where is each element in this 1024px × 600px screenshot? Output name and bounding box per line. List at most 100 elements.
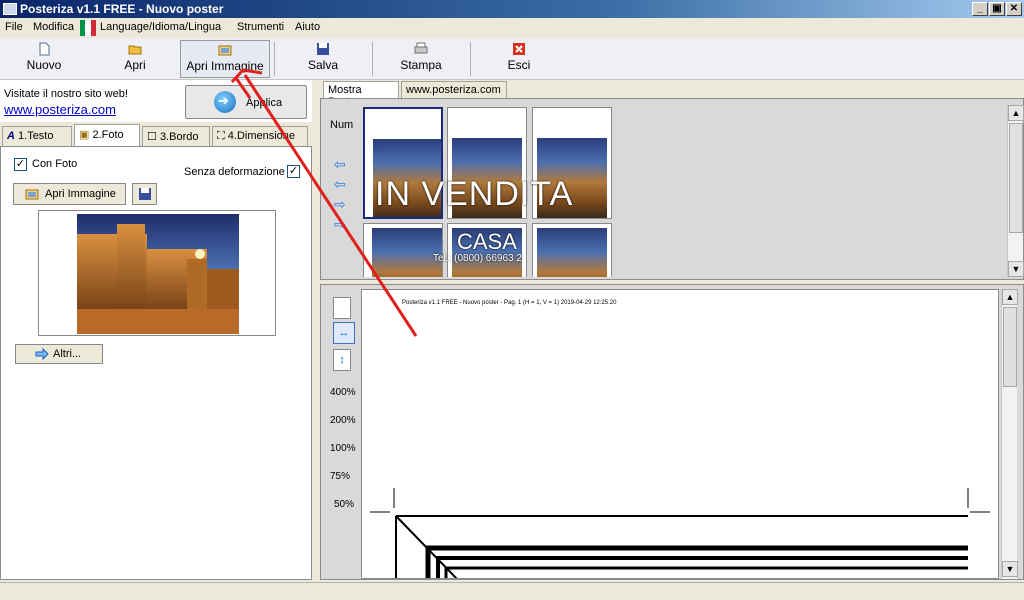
fit-height-icon[interactable]: ↕ [333, 349, 351, 371]
con-foto-checkbox[interactable]: ✓ [14, 158, 27, 171]
save-disk-icon [139, 188, 151, 200]
tab-testo[interactable]: A 1.Testo [2, 126, 72, 146]
new-document-icon [39, 42, 50, 56]
menu-language[interactable]: Language/Idioma/Lingua [100, 21, 221, 33]
text-icon: A [7, 130, 15, 142]
poster-tile[interactable] [363, 223, 443, 277]
window-title: Posteriza v1.1 FREE - Nuovo poster [20, 2, 224, 16]
poster-tel-text: Tel.: (0800) 66963 2 [433, 253, 522, 264]
zoom-50[interactable]: 50% [334, 499, 354, 510]
scroll-thumb[interactable] [1009, 123, 1023, 233]
title-bar: Posteriza v1.1 FREE - Nuovo poster _ ▣ ✕ [0, 0, 1024, 18]
apri-immagine-panel-label: Apri Immagine [45, 188, 116, 200]
visit-text: Visitate il nostro sito web! [4, 88, 128, 100]
con-foto-label: Con Foto [32, 158, 78, 170]
navigation-arrows[interactable]: ⇦ ⇦ ⇨ ⇨ [334, 154, 346, 234]
print-preview-panel: ↔ ↕ 400% 200% 100% 75% 50% Posteriza v1.… [320, 284, 1024, 580]
printer-icon [414, 42, 428, 54]
poster-tiles-panel: Num ⇦ ⇦ ⇨ ⇨ IN VENDITA CASA Tel.: (0800)… [320, 98, 1024, 280]
arrow-left-icon[interactable]: ⇦ [334, 174, 346, 194]
save-disk-icon [317, 43, 329, 55]
apri-immagine-button[interactable]: Apri Immagine [180, 40, 270, 78]
castle-photo [77, 214, 239, 334]
tab-dimensione[interactable]: ⛶ 4.Dimensione [212, 126, 308, 146]
tab-bordo[interactable]: ☐ 3.Bordo [142, 126, 210, 146]
num-label: Num [330, 119, 354, 131]
zoom-100[interactable]: 100% [330, 443, 356, 454]
toolbar-separator [274, 42, 275, 76]
arrow-right-icon [214, 91, 236, 113]
app-icon [3, 3, 17, 15]
toolbar-separator [470, 42, 471, 76]
crop-marks [370, 488, 990, 578]
menu-bar: File Modifica Language/Idioma/Lingua Str… [0, 18, 1024, 38]
poster-sub-text: CASA [457, 229, 517, 254]
poster-tiles: IN VENDITA CASA Tel.: (0800) 66963 2 [361, 105, 621, 277]
altri-button[interactable]: Altri... [15, 344, 103, 364]
tab-dimensione-label: 4.Dimensione [227, 130, 296, 142]
menu-modifica[interactable]: Modifica [33, 21, 74, 33]
full-page-icon[interactable] [333, 297, 351, 319]
scroll-up-button[interactable]: ▲ [1002, 289, 1018, 305]
close-button[interactable]: ✕ [1006, 2, 1022, 16]
stampa-button[interactable]: Stampa [392, 40, 450, 78]
scroll-down-button[interactable]: ▼ [1008, 261, 1024, 277]
apri-label: Apri [124, 58, 146, 72]
menu-aiuto[interactable]: Aiuto [295, 21, 320, 33]
foto-panel: ✓ Con Foto Senza deformazione ✓ Apri Imm… [0, 146, 312, 580]
esci-button[interactable]: Esci [496, 40, 542, 78]
italian-flag-icon [80, 20, 96, 36]
preview-scrollbar[interactable]: ▲ ▼ [1001, 289, 1018, 579]
nuovo-button[interactable]: Nuovo [14, 40, 74, 78]
apply-label: Applica [246, 97, 283, 109]
double-arrow-left-icon[interactable]: ⇦ [334, 154, 346, 174]
page-preview: Posteriza v1.1 FREE - Nuovo poster - Pag… [361, 289, 999, 579]
scroll-down-button[interactable]: ▼ [1002, 561, 1018, 577]
apply-button[interactable]: Applica [185, 85, 307, 119]
photo-icon: ▣ [79, 129, 90, 141]
toolbar: Nuovo Apri Apri Immagine Salva Stampa Es… [0, 38, 1024, 80]
tab-mostra-poster[interactable]: Mostra Poster [323, 81, 399, 108]
tab-website[interactable]: www.posteriza.com [401, 81, 507, 99]
scroll-thumb[interactable] [1003, 307, 1017, 387]
fit-width-icon[interactable]: ↔ [333, 322, 355, 344]
poster-tile[interactable] [532, 223, 612, 277]
open-image-icon [218, 45, 232, 56]
senza-deformazione-checkbox[interactable]: ✓ [287, 165, 300, 178]
border-icon: ☐ [147, 131, 157, 143]
status-bar [0, 582, 1024, 600]
scroll-up-button[interactable]: ▲ [1008, 105, 1024, 121]
zoom-200[interactable]: 200% [330, 415, 356, 426]
maximize-button[interactable]: ▣ [989, 2, 1005, 16]
open-image-icon [25, 189, 39, 200]
exit-icon [513, 43, 525, 55]
website-link[interactable]: www.posteriza.com [4, 102, 116, 117]
tab-testo-label: 1.Testo [18, 130, 54, 142]
tiles-scrollbar[interactable]: ▲ ▼ [1007, 105, 1024, 277]
poster-main-text: IN VENDITA [375, 175, 574, 213]
double-arrow-right-icon[interactable]: ⇨ [334, 214, 346, 234]
tab-foto-label: 2.Foto [92, 129, 124, 141]
salva-button[interactable]: Salva [298, 40, 348, 78]
apri-immagine-label: Apri Immagine [186, 59, 264, 73]
apri-immagine-panel-button[interactable]: Apri Immagine [13, 183, 126, 205]
tab-bordo-label: 3.Bordo [159, 131, 199, 143]
apri-button[interactable]: Apri [110, 40, 160, 78]
image-preview-frame [38, 210, 276, 336]
menu-strumenti[interactable]: Strumenti [237, 21, 284, 33]
menu-file[interactable]: File [5, 21, 23, 33]
stampa-label: Stampa [400, 58, 442, 72]
editor-tabs: A 1.Testo ▣ 2.Foto ☐ 3.Bordo ⛶ 4.Dimensi… [0, 124, 312, 146]
resize-icon: ⛶ [217, 130, 225, 142]
esci-label: Esci [507, 58, 531, 72]
arrow-right-icon [35, 348, 49, 360]
zoom-400[interactable]: 400% [330, 387, 356, 398]
save-image-button[interactable] [132, 183, 157, 205]
minimize-button[interactable]: _ [972, 2, 988, 16]
arrow-right-icon[interactable]: ⇨ [334, 194, 346, 214]
open-folder-icon [128, 45, 142, 55]
view-tabs: Mostra Poster www.posteriza.com [320, 80, 1024, 108]
tab-foto[interactable]: ▣ 2.Foto [74, 124, 140, 146]
zoom-75[interactable]: 75% [330, 471, 350, 482]
nuovo-label: Nuovo [26, 58, 62, 72]
